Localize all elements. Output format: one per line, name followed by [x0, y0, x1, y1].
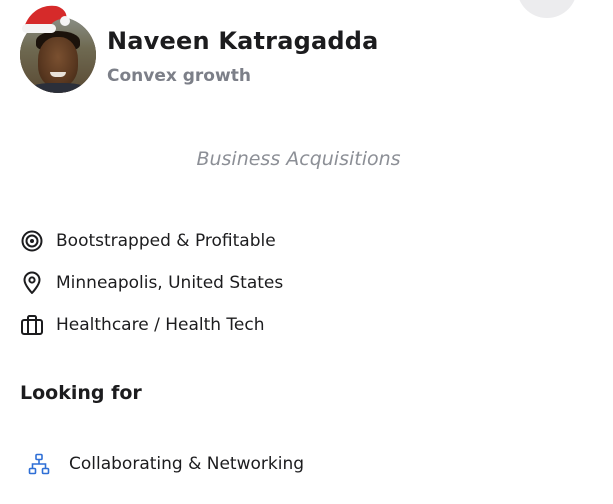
- profile-tagline: Business Acquisitions: [196, 148, 401, 170]
- detail-label: Bootstrapped & Profitable: [56, 231, 276, 251]
- detail-row-industry: Healthcare / Health Tech: [20, 312, 265, 338]
- santa-hat-icon: [22, 5, 70, 33]
- detail-row-stage: Bootstrapped & Profitable: [20, 228, 276, 254]
- corner-button[interactable]: [517, 0, 577, 18]
- looking-for-item: Collaborating & Networking: [27, 450, 304, 478]
- looking-for-label: Collaborating & Networking: [69, 454, 305, 474]
- profile-card: Naveen Katragadda Convex growth Business…: [0, 0, 613, 504]
- detail-label: Minneapolis, United States: [56, 273, 284, 293]
- location-pin-icon: [20, 271, 44, 295]
- network-icon: [27, 452, 51, 476]
- looking-for-heading: Looking for: [20, 382, 142, 404]
- company-name: Convex growth: [107, 66, 251, 86]
- briefcase-icon: [20, 313, 44, 337]
- target-icon: [20, 229, 44, 253]
- detail-label: Healthcare / Health Tech: [56, 315, 265, 335]
- profile-name: Naveen Katragadda: [107, 27, 379, 55]
- detail-row-location: Minneapolis, United States: [20, 270, 283, 296]
